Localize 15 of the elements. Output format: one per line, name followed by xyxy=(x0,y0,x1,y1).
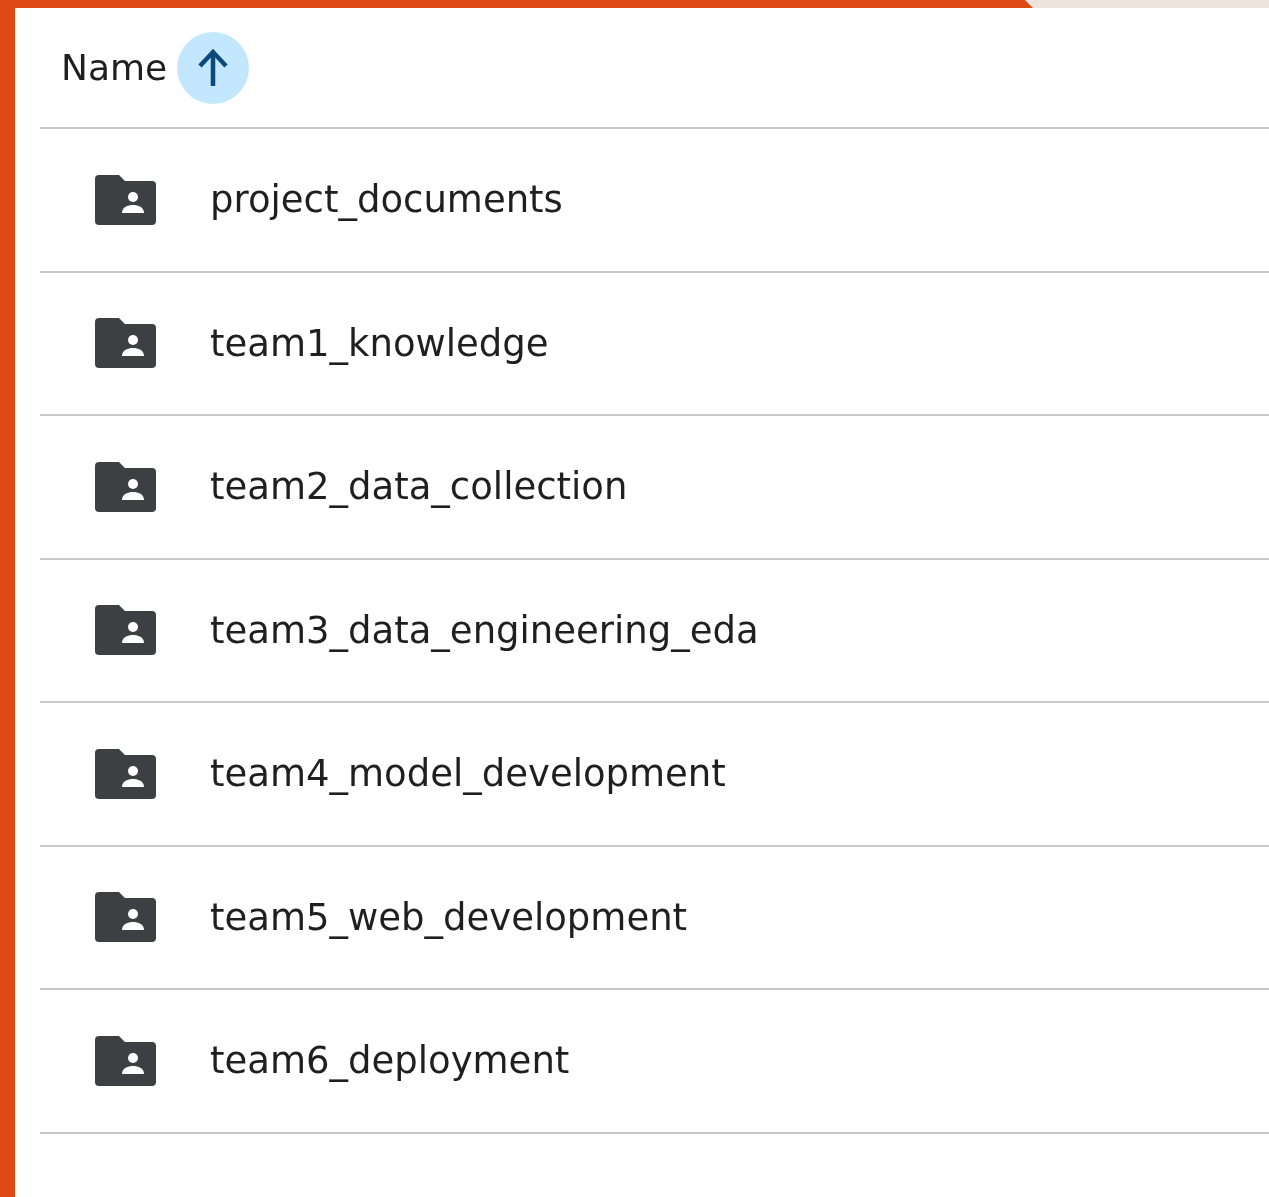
shared-folder-icon xyxy=(95,892,156,943)
folder-name[interactable]: team3_data_engineering_eda xyxy=(210,608,759,652)
shared-folder-icon xyxy=(95,318,156,369)
folder-name[interactable]: project_documents xyxy=(210,178,563,222)
folder-name[interactable]: team2_data_collection xyxy=(210,465,628,509)
shared-folder-icon xyxy=(95,461,156,512)
shared-folder-icon xyxy=(95,748,156,799)
folder-name[interactable]: team6_deployment xyxy=(210,1039,570,1083)
folder-name[interactable]: team1_knowledge xyxy=(210,321,549,365)
folder-name[interactable]: team5_web_development xyxy=(210,895,688,939)
folder-name[interactable]: team4_model_development xyxy=(210,752,726,796)
shared-folder-icon xyxy=(95,174,156,225)
shared-folder-icon xyxy=(95,1035,156,1086)
shared-folder-icon xyxy=(95,605,156,656)
column-header[interactable]: Name xyxy=(61,47,168,88)
